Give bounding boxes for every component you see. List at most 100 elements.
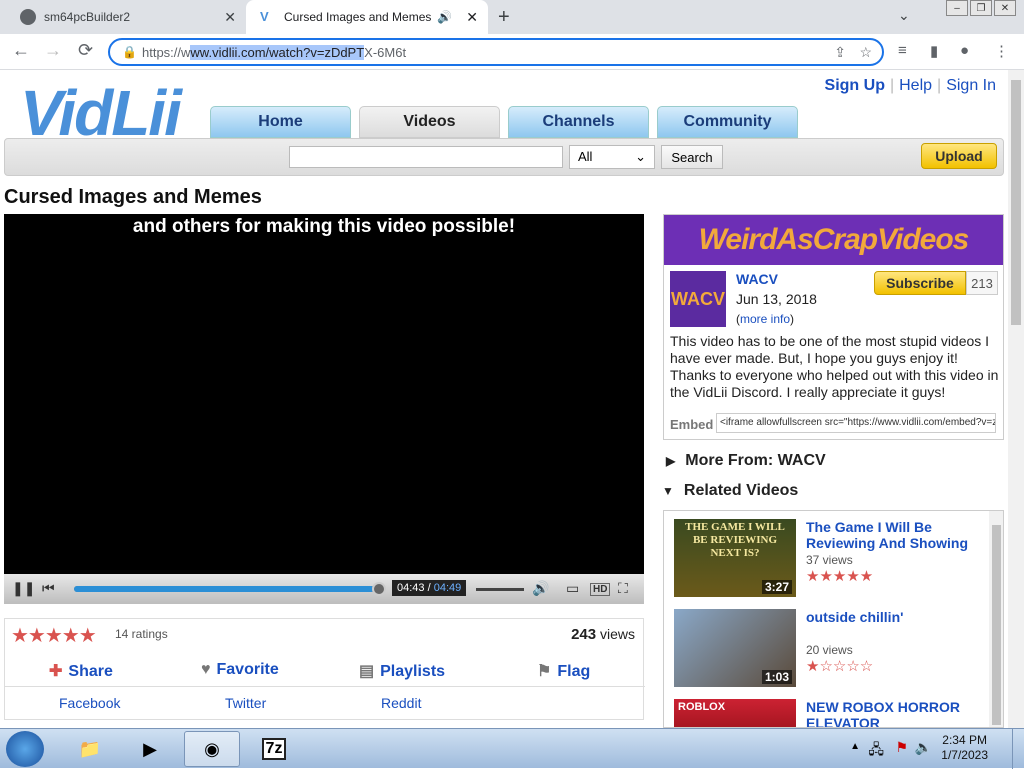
seek-bar[interactable]	[74, 582, 386, 596]
browser-tab-strip: sm64pcBuilder2 ✕ V Cursed Images and Mem…	[0, 0, 1024, 34]
scrollbar-thumb[interactable]	[1011, 80, 1021, 325]
close-window-icon[interactable]: ✕	[994, 0, 1016, 16]
time-display: 04:43 / 04:49	[392, 580, 467, 596]
globe-icon	[20, 9, 36, 25]
flag-icon: ⚑	[537, 663, 552, 680]
related-video-title[interactable]: NEW ROBOX HORROR ELEVATOR	[806, 699, 982, 727]
channel-name-link[interactable]: WACV	[736, 271, 778, 287]
related-video-item[interactable]: THE GAME I WILL BE REVIEWING NEXT IS? 3:…	[674, 519, 984, 605]
volume-tray-icon[interactable]: 🔈	[915, 739, 932, 756]
channel-banner[interactable]: WeirdAsCrapVideos	[664, 215, 1003, 265]
nav-channels[interactable]: Channels	[508, 106, 649, 138]
view-count: 243 views	[571, 626, 635, 643]
heart-icon: ♥	[201, 661, 211, 678]
upload-date: Jun 13, 2018	[736, 291, 817, 307]
minimize-icon[interactable]: –	[946, 0, 968, 16]
nav-videos[interactable]: Videos	[359, 106, 500, 138]
help-link[interactable]: Help	[899, 77, 932, 94]
browser-tab-active[interactable]: V Cursed Images and Memes 🔊 ✕	[246, 0, 488, 34]
search-scope-select[interactable]: All ⌄	[569, 145, 655, 169]
triangle-right-icon: ▶	[666, 454, 676, 468]
volume-icon[interactable]: 🔊	[532, 580, 549, 597]
action-center-icon[interactable]: ⚑	[895, 739, 908, 756]
nav-community[interactable]: Community	[657, 106, 798, 138]
url-text[interactable]: https://www.vidlii.com/watch?v=zDdPTX-6M…	[142, 45, 406, 60]
related-videos-toggle[interactable]: ▼ Related Videos	[662, 482, 798, 500]
media-control-icon[interactable]: ≡	[898, 42, 907, 59]
hd-icon[interactable]: HD	[590, 583, 611, 596]
share-facebook-link[interactable]: Facebook	[59, 695, 120, 711]
system-clock[interactable]: 2:34 PM 1/7/2023	[941, 733, 988, 763]
start-button[interactable]	[6, 731, 44, 767]
related-video-title[interactable]: outside chillin'	[806, 609, 982, 625]
show-desktop-button[interactable]	[1012, 729, 1024, 769]
side-panel-icon[interactable]: ▮	[930, 42, 938, 60]
bookmark-star-icon[interactable]: ☆	[859, 44, 872, 61]
new-tab-icon[interactable]: +	[498, 6, 510, 29]
search-input[interactable]	[289, 146, 563, 168]
video-thumbnail[interactable]: THE GAME I WILL BE REVIEWING NEXT IS? 3:…	[674, 519, 796, 597]
tab-title: sm64pcBuilder2	[44, 10, 131, 24]
sevenzip-icon[interactable]: 7z	[246, 731, 302, 767]
sign-up-link[interactable]: Sign Up	[825, 77, 885, 94]
share-reddit-link[interactable]: Reddit	[381, 695, 421, 711]
video-actions: ✚ Share ♥ Favorite ▤ Playlists ⚑ Flag	[5, 653, 645, 687]
explorer-icon[interactable]: 📁	[62, 731, 118, 767]
video-thumbnail[interactable]: 1:03	[674, 609, 796, 687]
seek-knob[interactable]	[372, 582, 386, 596]
audio-playing-icon[interactable]: 🔊	[437, 10, 452, 24]
show-hidden-icons-icon[interactable]: ▲	[850, 741, 860, 752]
address-bar[interactable]: 🔒 https://www.vidlii.com/watch?v=zDdPTX-…	[108, 38, 884, 66]
sign-in-link[interactable]: Sign In	[946, 77, 996, 94]
video-caption: and others for making this video possibl…	[132, 216, 516, 237]
network-icon[interactable]: 🖧	[868, 739, 884, 763]
maximize-icon[interactable]: ❐	[970, 0, 992, 16]
skip-back-icon[interactable]: ⏮	[42, 580, 55, 597]
browser-tab[interactable]: sm64pcBuilder2 ✕	[6, 0, 246, 34]
flag-button[interactable]: ⚑ Flag	[537, 661, 590, 681]
related-video-views: 37 views	[806, 553, 853, 567]
menu-kebab-icon[interactable]: ⋮	[994, 42, 1009, 60]
more-info-link[interactable]: more info	[740, 312, 790, 326]
video-title: Cursed Images and Memes	[4, 186, 262, 208]
share-icon[interactable]: ⇪	[834, 44, 846, 61]
chrome-icon[interactable]: ◉	[184, 731, 240, 767]
search-button[interactable]: Search	[661, 145, 723, 169]
cinema-mode-icon[interactable]: ▭	[566, 580, 579, 597]
profile-icon[interactable]: ●	[960, 42, 969, 59]
related-video-item[interactable]: 1:03 outside chillin' 20 views ★☆☆☆☆	[674, 609, 984, 695]
page-scrollbar[interactable]	[1008, 70, 1024, 728]
nav-home[interactable]: Home	[210, 106, 351, 138]
share-button[interactable]: ✚ Share	[49, 661, 113, 681]
pause-icon[interactable]: ❚❚	[12, 580, 35, 597]
window-controls: – ❐ ✕	[946, 0, 1016, 16]
subscribe-button[interactable]: Subscribe	[874, 271, 966, 295]
embed-code-field[interactable]: <iframe allowfullscreen src="https://www…	[716, 413, 996, 433]
favorite-button[interactable]: ♥ Favorite	[201, 661, 279, 679]
lock-icon[interactable]: 🔒	[122, 45, 137, 59]
upload-button[interactable]: Upload	[921, 143, 997, 169]
related-video-title[interactable]: The Game I Will Be Reviewing And Showing	[806, 519, 982, 551]
back-icon[interactable]: ←	[12, 40, 30, 61]
share-twitter-link[interactable]: Twitter	[225, 695, 266, 711]
fullscreen-icon[interactable]: ⛶	[618, 580, 628, 597]
tab-search-chevron-icon[interactable]: ⌄	[898, 7, 910, 24]
channel-info-panel: WeirdAsCrapVideos WACV WACV Jun 13, 2018…	[663, 214, 1004, 440]
channel-avatar[interactable]: WACV	[670, 271, 726, 327]
playlist-icon: ▤	[359, 663, 375, 680]
reload-icon[interactable]: ⟳	[78, 40, 93, 61]
rating-stars[interactable]: ★★★★★	[11, 623, 97, 648]
media-player-icon[interactable]: ▶	[122, 731, 178, 767]
close-tab-icon[interactable]: ✕	[466, 9, 478, 26]
video-thumbnail[interactable]: ROBLOX	[674, 699, 796, 727]
related-video-item[interactable]: ROBLOX NEW ROBOX HORROR ELEVATOR	[674, 699, 984, 727]
volume-slider[interactable]	[476, 588, 524, 591]
playlists-button[interactable]: ▤ Playlists	[359, 661, 445, 681]
video-player[interactable]: and others for making this video possibl…	[4, 214, 644, 574]
related-scrollbar[interactable]	[989, 511, 1003, 727]
browser-toolbar: ← → ⟳ 🔒 https://www.vidlii.com/watch?v=z…	[0, 34, 1024, 70]
close-tab-icon[interactable]: ✕	[224, 9, 236, 26]
vidlii-favicon-icon: V	[260, 9, 269, 24]
more-from-toggle[interactable]: ▶ More From: WACV	[666, 452, 826, 470]
forward-icon[interactable]: →	[44, 40, 62, 61]
